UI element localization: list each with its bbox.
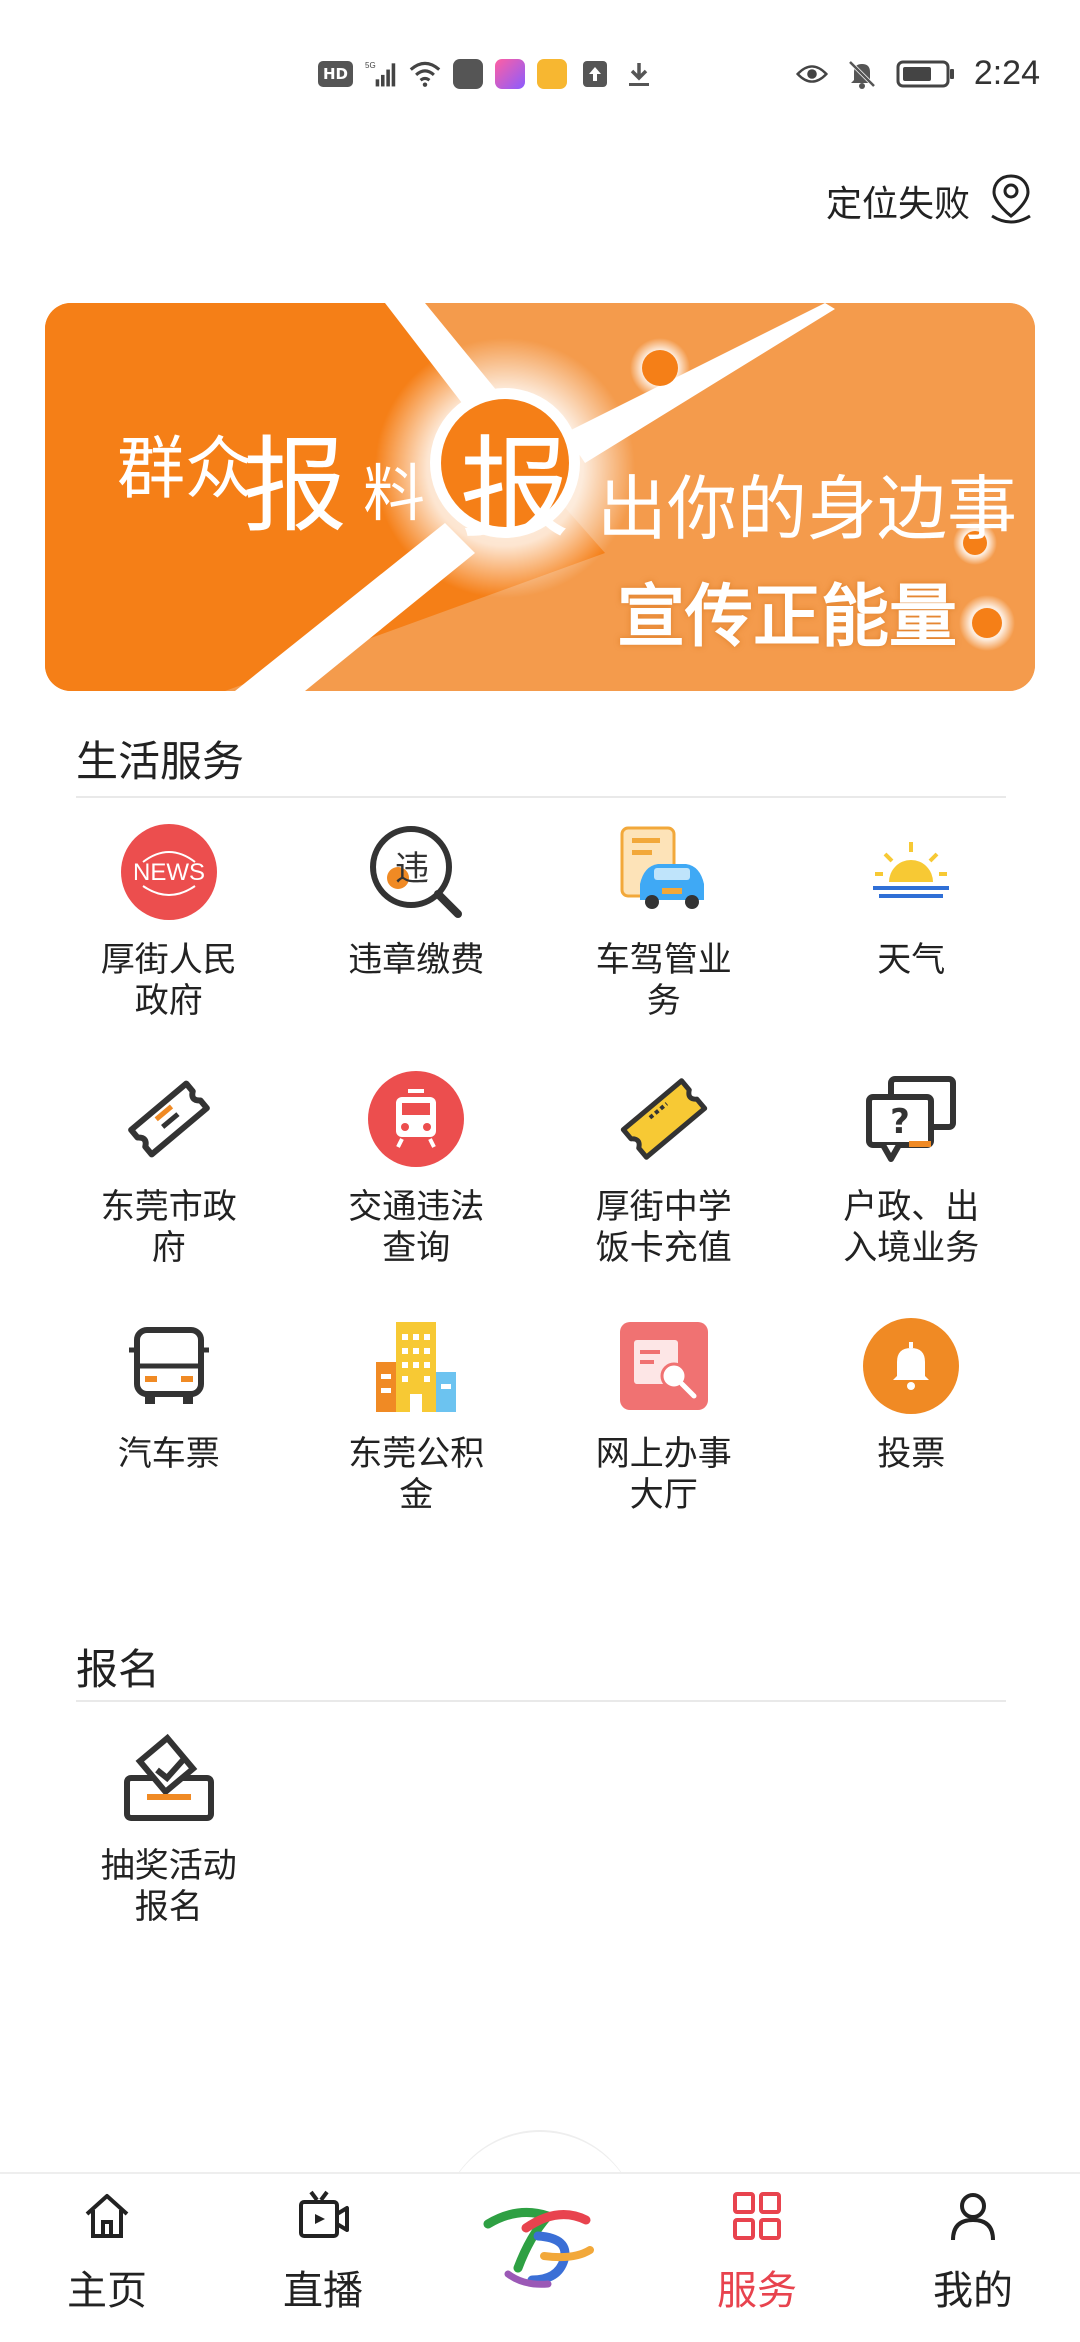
service-vehicle-license[interactable]: 车驾管业务 bbox=[540, 800, 788, 1047]
app-logo-button[interactable] bbox=[478, 2176, 602, 2300]
live-tv-icon bbox=[299, 2190, 349, 2238]
car-document-icon bbox=[614, 822, 714, 922]
service-online-hall[interactable]: 网上办事大厅 bbox=[540, 1294, 788, 1541]
nav-label: 我的 bbox=[933, 2268, 1013, 2314]
life-services-grid: NEWS 厚街人民政府 违 违章缴费 车驾管业务 天气 东莞市政府 交通违法查询… bbox=[45, 800, 1035, 1541]
service-label: 投票 bbox=[877, 1434, 946, 1474]
violation-search-icon: 违 bbox=[366, 822, 466, 922]
clock: 2:24 bbox=[973, 54, 1040, 92]
train-icon bbox=[366, 1069, 466, 1169]
status-bar: HD 5G 2:24 bbox=[0, 0, 1080, 150]
service-label: 东莞市政府 bbox=[100, 1187, 237, 1268]
huawei-app-icon bbox=[453, 59, 484, 89]
report-banner[interactable]: 群众 报 料 报 出你的身边事 宣传正能量 bbox=[45, 303, 1035, 691]
weather-sunrise-icon bbox=[861, 822, 961, 922]
service-vote[interactable]: 投票 bbox=[788, 1294, 1036, 1541]
grid-icon bbox=[733, 2192, 781, 2240]
building-icon bbox=[366, 1316, 466, 1416]
nav-home[interactable]: 主页 bbox=[32, 2188, 182, 2316]
status-icons-right: 2:24 bbox=[795, 54, 1040, 93]
service-traffic-violation-query[interactable]: 交通违法查询 bbox=[293, 1047, 541, 1294]
banner-text-qunzhong: 群众 bbox=[117, 430, 254, 509]
signup-title: 报名 bbox=[76, 1645, 161, 1694]
svg-text:违: 违 bbox=[395, 849, 429, 889]
ballot-box-icon bbox=[119, 1728, 219, 1828]
document-search-icon bbox=[614, 1316, 714, 1416]
svg-text:NEWS: NEWS bbox=[133, 859, 205, 886]
nav-label: 直播 bbox=[283, 2268, 363, 2314]
service-label: 抽奖活动报名 bbox=[100, 1846, 237, 1927]
nav-label: 服务 bbox=[717, 2268, 797, 2314]
question-chat-icon: ? bbox=[861, 1069, 961, 1169]
download-icon bbox=[623, 58, 655, 90]
bus-icon bbox=[119, 1316, 219, 1416]
banner-text-bao: 报 bbox=[243, 425, 348, 547]
hd-icon: HD bbox=[318, 61, 354, 87]
service-label: 户政、出入境业务 bbox=[843, 1187, 980, 1268]
service-label: 汽车票 bbox=[117, 1434, 220, 1474]
banner-slogan-2: 宣传正能量 bbox=[617, 577, 958, 657]
ticket-icon bbox=[119, 1069, 219, 1169]
signal-5g-icon: 5G bbox=[365, 58, 397, 90]
bell-icon bbox=[861, 1316, 961, 1416]
signup-grid: 抽奖活动报名 bbox=[45, 1706, 1035, 1953]
service-housing-fund[interactable]: 东莞公积金 bbox=[293, 1294, 541, 1541]
cup-app-icon bbox=[537, 59, 568, 89]
service-violation-payment[interactable]: 违 违章缴费 bbox=[293, 800, 541, 1047]
banner-text-liao: 料 bbox=[363, 457, 426, 530]
location-status: 定位失败 bbox=[825, 184, 970, 225]
news-icon: NEWS bbox=[119, 822, 219, 922]
home-icon bbox=[85, 2194, 129, 2238]
card-ticket-icon bbox=[614, 1069, 714, 1169]
status-icons-left: HD 5G bbox=[318, 58, 655, 90]
svg-text:5G: 5G bbox=[365, 61, 376, 70]
mute-bell-icon bbox=[846, 58, 878, 90]
service-label: 厚街中学饭卡充值 bbox=[595, 1187, 732, 1268]
service-label: 车驾管业务 bbox=[595, 940, 732, 1021]
section-divider bbox=[76, 796, 1006, 798]
service-dongguan-government[interactable]: 东莞市政府 bbox=[45, 1047, 293, 1294]
service-label: 违章缴费 bbox=[348, 940, 485, 980]
life-services-title: 生活服务 bbox=[76, 737, 245, 786]
service-label: 天气 bbox=[877, 940, 946, 980]
nav-services[interactable]: 服务 bbox=[682, 2188, 832, 2316]
service-weather[interactable]: 天气 bbox=[788, 800, 1036, 1047]
svg-text:?: ? bbox=[890, 1102, 910, 1142]
nav-live[interactable]: 直播 bbox=[248, 2188, 398, 2316]
battery-icon bbox=[896, 58, 956, 90]
section-divider bbox=[76, 1700, 1006, 1702]
upload-icon bbox=[579, 58, 611, 90]
banner-center-char: 报 bbox=[460, 425, 570, 553]
service-label: 东莞公积金 bbox=[348, 1434, 485, 1515]
wifi-icon bbox=[409, 58, 441, 90]
service-label: 交通违法查询 bbox=[348, 1187, 485, 1268]
service-meal-card-recharge[interactable]: 厚街中学饭卡充值 bbox=[540, 1047, 788, 1294]
service-label: 网上办事大厅 bbox=[595, 1434, 732, 1515]
app-logo-icon bbox=[483, 2207, 594, 2288]
service-household-immigration[interactable]: ? 户政、出入境业务 bbox=[788, 1047, 1036, 1294]
service-label: 厚街人民政府 bbox=[100, 940, 237, 1021]
location-pin-icon bbox=[984, 172, 1038, 230]
location-button[interactable]: 定位失败 bbox=[826, 172, 1038, 230]
banner-slogan-1: 出你的身边事 bbox=[597, 468, 1017, 550]
service-lottery-signup[interactable]: 抽奖活动报名 bbox=[45, 1706, 293, 1953]
nav-mine[interactable]: 我的 bbox=[898, 2188, 1048, 2316]
service-bus-ticket[interactable]: 汽车票 bbox=[45, 1294, 293, 1541]
service-houjie-government[interactable]: NEWS 厚街人民政府 bbox=[45, 800, 293, 1047]
info-app-icon bbox=[495, 59, 526, 89]
user-icon bbox=[951, 2193, 995, 2241]
nav-label: 主页 bbox=[67, 2268, 147, 2314]
eye-icon bbox=[795, 58, 828, 90]
